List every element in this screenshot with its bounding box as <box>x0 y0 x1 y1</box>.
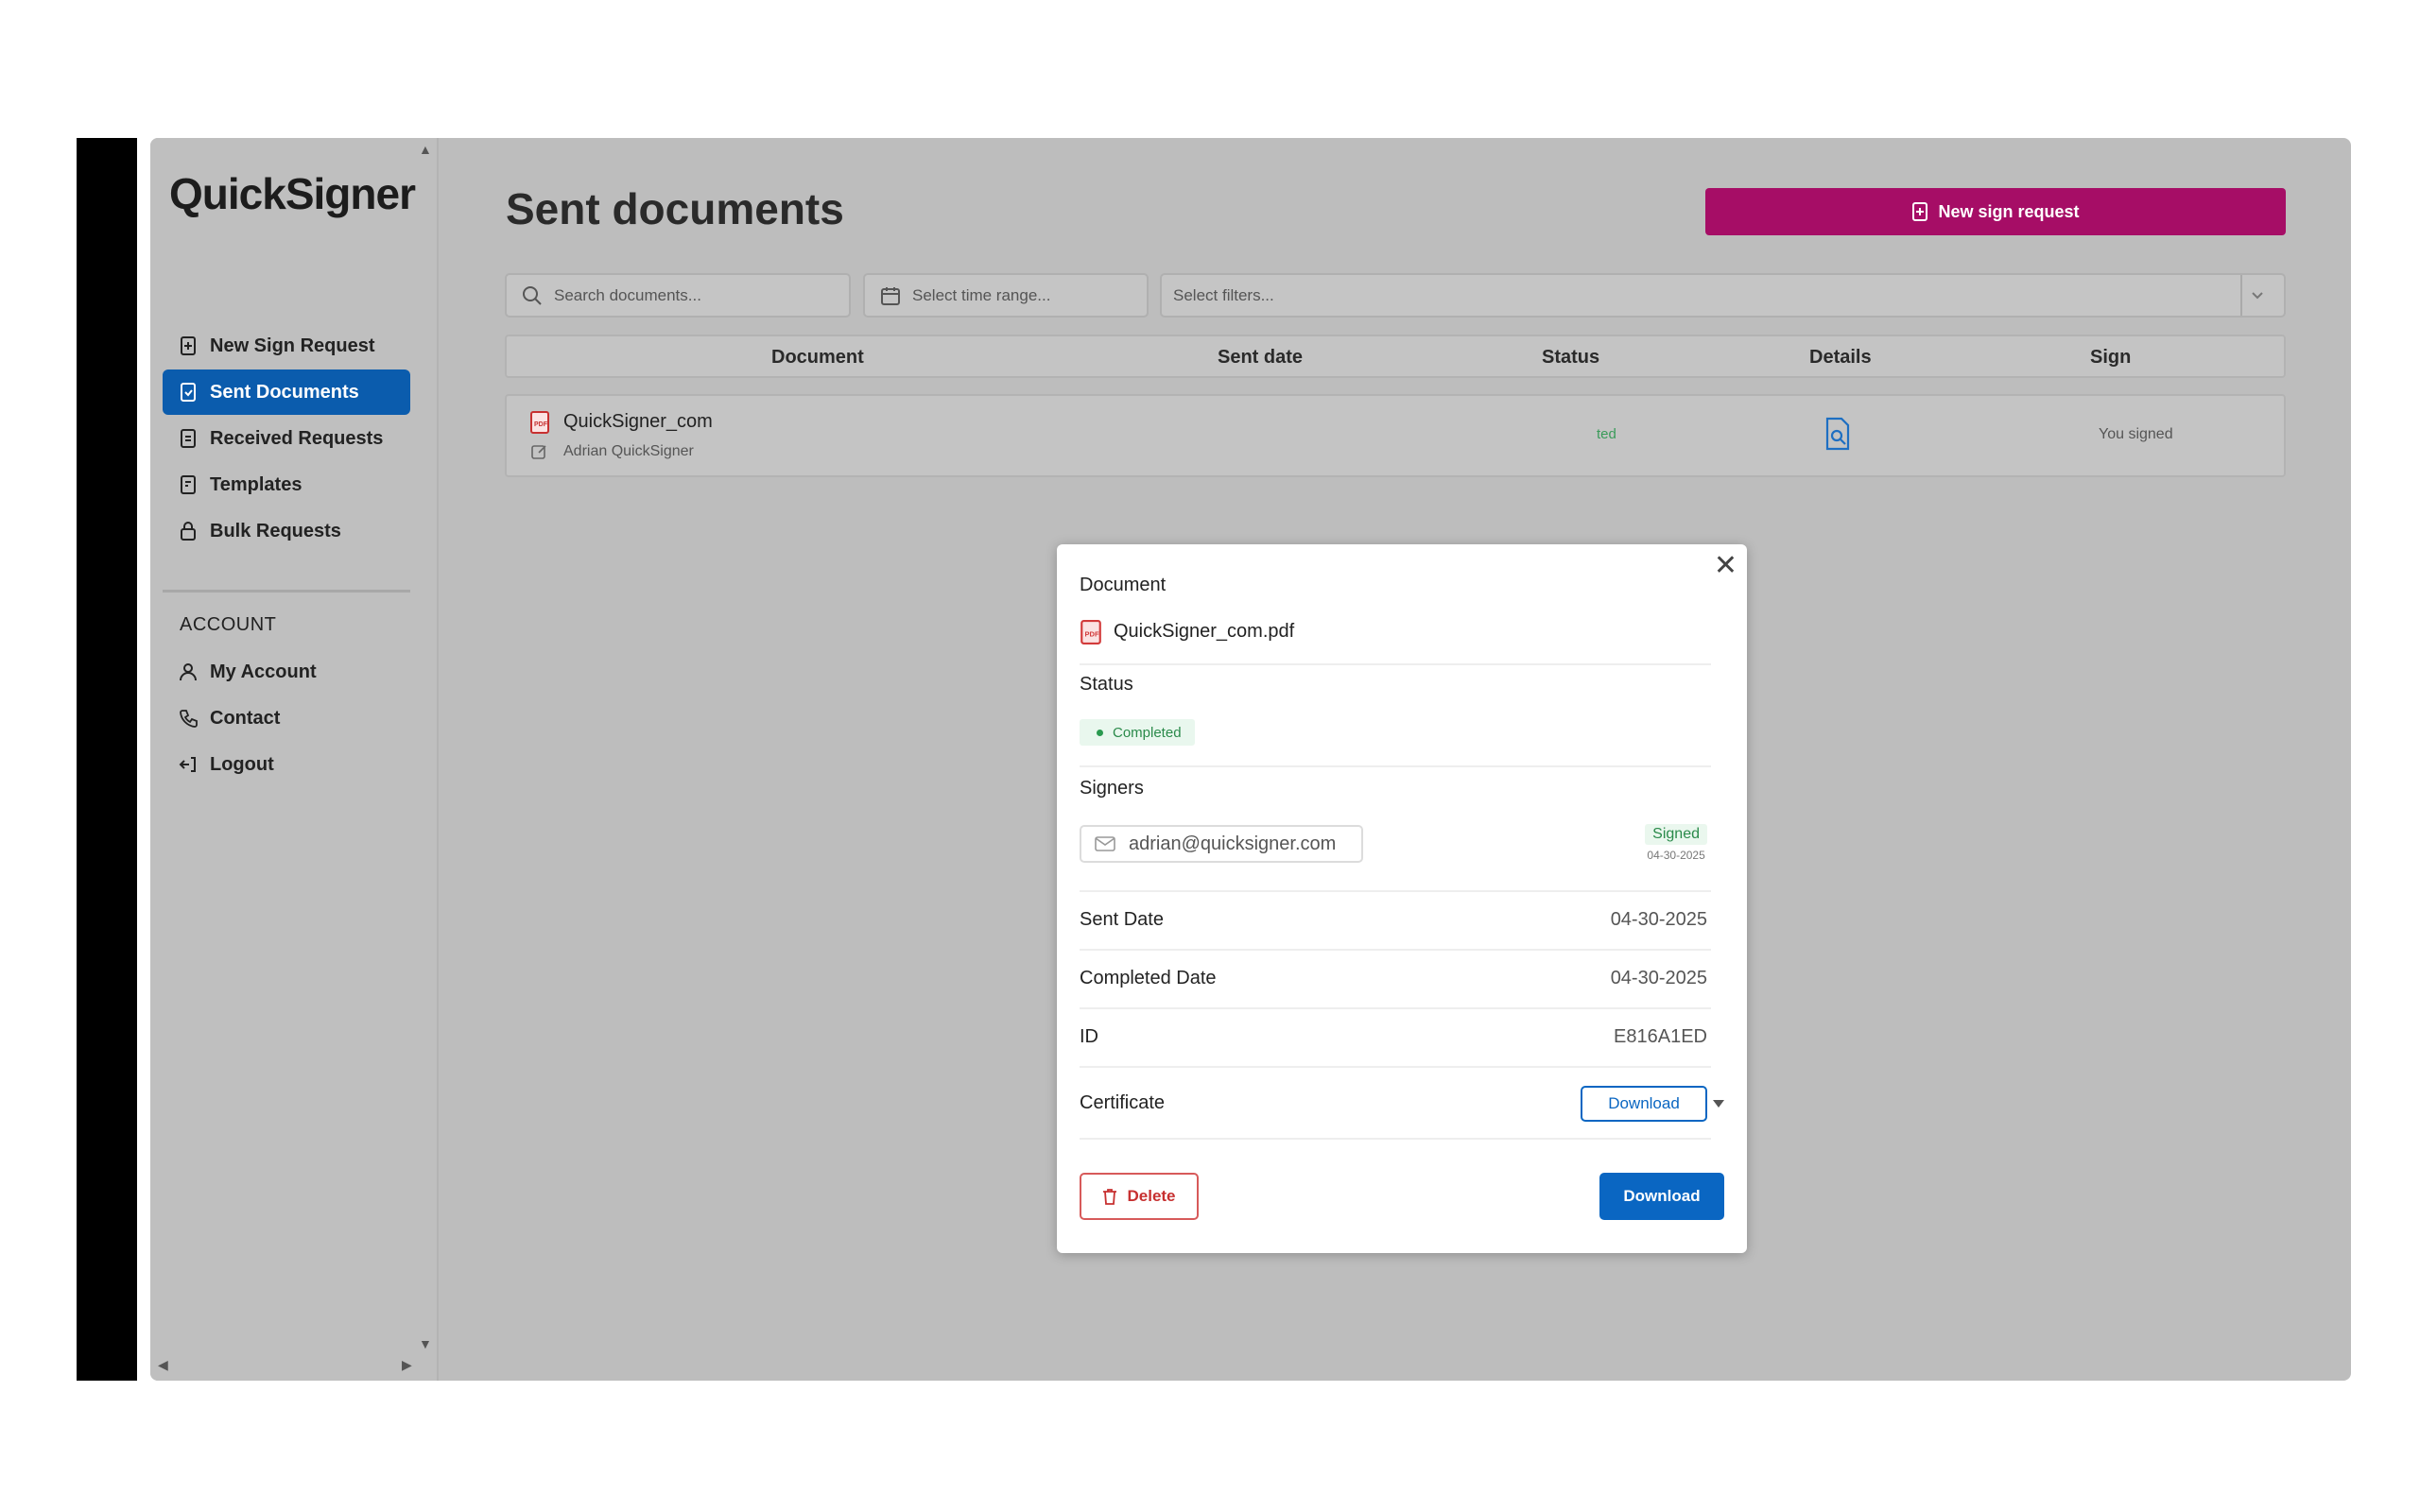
certificate-download-button[interactable]: Download <box>1581 1086 1707 1122</box>
phone-icon <box>180 710 198 728</box>
sidebar-item-label: My Account <box>210 661 317 682</box>
completed-date-value: 04-30-2025 <box>1610 968 1707 988</box>
download-button[interactable]: Download <box>1599 1173 1724 1220</box>
caret-down-icon[interactable] <box>1713 1100 1724 1108</box>
pdf-icon: PDF <box>1080 620 1101 644</box>
column-sign: Sign <box>2090 347 2132 368</box>
signed-date: 04-30-2025 <box>1647 849 1705 862</box>
signers-label: Signers <box>1080 778 1144 799</box>
scroll-up-arrow[interactable]: ▲ <box>419 142 432 157</box>
scroll-left-arrow[interactable]: ◀ <box>158 1357 168 1373</box>
column-sent-date: Sent date <box>1218 347 1304 368</box>
row-document-name[interactable]: QuickSigner_com <box>563 411 713 433</box>
delete-button[interactable]: Delete <box>1080 1173 1199 1220</box>
sidebar-item-new-sign-request[interactable]: New Sign Request <box>163 323 410 369</box>
calendar-icon <box>881 286 900 305</box>
row-sign-status: You signed <box>2099 426 2173 442</box>
app-window: ▲ QuickSigner New Sign Request Sent Docu… <box>150 138 2351 1381</box>
id-value: E816A1ED <box>1614 1026 1707 1047</box>
document-label: Document <box>1080 575 1167 595</box>
sidebar-item-templates[interactable]: Templates <box>163 462 410 507</box>
file-name[interactable]: QuickSigner_com.pdf <box>1114 621 1294 643</box>
signer-email: adrian@quicksigner.com <box>1129 833 1337 854</box>
time-range-picker[interactable]: Select time range... <box>863 273 1149 318</box>
file-plus-icon <box>181 336 196 355</box>
template-icon <box>181 475 196 494</box>
sidebar-item-label: Sent Documents <box>210 381 359 403</box>
edit-icon <box>531 445 546 459</box>
row-status: ted <box>1597 426 1616 442</box>
svg-text:PDF: PDF <box>1085 629 1100 638</box>
table-header: Document Sent date Status Details Sign <box>505 335 2286 378</box>
sidebar-item-bulk-requests[interactable]: Bulk Requests <box>163 508 410 554</box>
search-icon <box>523 285 542 305</box>
divider <box>1080 1066 1711 1068</box>
signer-email-field: adrian@quicksigner.com <box>1080 825 1363 863</box>
sidebar-item-label: Contact <box>210 707 281 729</box>
certificate-label: Certificate <box>1080 1092 1166 1113</box>
status-label: Status <box>1080 674 1133 695</box>
document-details-modal: ✕ Document PDF QuickSigner_com.pdf Statu… <box>1057 544 1747 1253</box>
search-input[interactable]: Search documents... <box>505 273 851 318</box>
svg-text:PDF: PDF <box>534 421 548 428</box>
signer-status: Signed 04-30-2025 <box>1645 824 1707 862</box>
sidebar-item-label: Bulk Requests <box>210 520 341 541</box>
sidebar: ▲ QuickSigner New Sign Request Sent Docu… <box>150 138 439 1381</box>
id-label: ID <box>1080 1026 1098 1047</box>
sidebar-item-sent-documents[interactable]: Sent Documents <box>163 369 410 415</box>
file-send-icon <box>181 383 196 402</box>
status-badge: Completed <box>1080 719 1195 746</box>
filters-placeholder: Select filters... <box>1173 285 1274 304</box>
sent-date-value: 04-30-2025 <box>1610 909 1707 930</box>
status-badge-text: Completed <box>1113 724 1182 741</box>
signed-badge: Signed <box>1645 824 1707 845</box>
table-row[interactable]: PDF QuickSigner_com Adrian QuickSigner t… <box>505 394 2286 477</box>
divider <box>1080 1138 1711 1140</box>
chevron-down-icon[interactable] <box>2240 275 2284 316</box>
sidebar-item-label: Received Requests <box>210 427 384 449</box>
document-search-icon[interactable] <box>1824 417 1852 451</box>
account-heading: ACCOUNT <box>180 614 277 635</box>
sent-date-label: Sent Date <box>1080 909 1164 930</box>
new-sign-request-button[interactable]: New sign request <box>1705 188 2286 235</box>
scroll-right-arrow[interactable]: ▶ <box>402 1357 412 1373</box>
trash-icon <box>1103 1189 1117 1205</box>
delete-label: Delete <box>1127 1187 1176 1205</box>
completed-date-label: Completed Date <box>1080 968 1217 988</box>
close-icon[interactable]: ✕ <box>1714 552 1737 580</box>
divider <box>1080 890 1711 892</box>
column-status: Status <box>1542 347 1600 368</box>
new-sign-request-label: New sign request <box>1938 201 2080 221</box>
app-logo: QuickSigner <box>169 169 416 218</box>
sidebar-item-label: Logout <box>210 753 274 775</box>
divider <box>1080 663 1711 665</box>
time-range-placeholder: Select time range... <box>912 285 1051 304</box>
page-title: Sent documents <box>506 184 844 233</box>
sidebar-item-label: New Sign Request <box>210 335 375 356</box>
left-black-frame <box>77 138 137 1381</box>
divider <box>1080 949 1711 951</box>
pdf-icon: PDF <box>530 411 549 434</box>
file-inbox-icon <box>181 429 196 448</box>
divider <box>1080 765 1711 767</box>
filters-select[interactable]: Select filters... <box>1160 273 2286 318</box>
sidebar-item-logout[interactable]: Logout <box>163 742 410 787</box>
row-sender: Adrian QuickSigner <box>563 443 694 459</box>
mail-icon <box>1095 836 1115 851</box>
sidebar-item-received-requests[interactable]: Received Requests <box>163 416 410 461</box>
status-dot <box>1097 729 1103 736</box>
user-icon <box>180 663 197 681</box>
divider <box>1080 1007 1711 1009</box>
search-placeholder: Search documents... <box>554 285 701 304</box>
lock-icon <box>181 522 196 541</box>
scroll-down-arrow[interactable]: ▼ <box>419 1336 432 1351</box>
sidebar-item-contact[interactable]: Contact <box>163 696 410 741</box>
sidebar-item-label: Templates <box>210 473 302 495</box>
logout-icon <box>179 757 196 772</box>
sidebar-item-my-account[interactable]: My Account <box>163 649 410 695</box>
column-details: Details <box>1809 347 1872 368</box>
column-document: Document <box>771 347 864 368</box>
sidebar-divider <box>163 590 410 593</box>
file-plus-icon <box>1912 202 1928 221</box>
